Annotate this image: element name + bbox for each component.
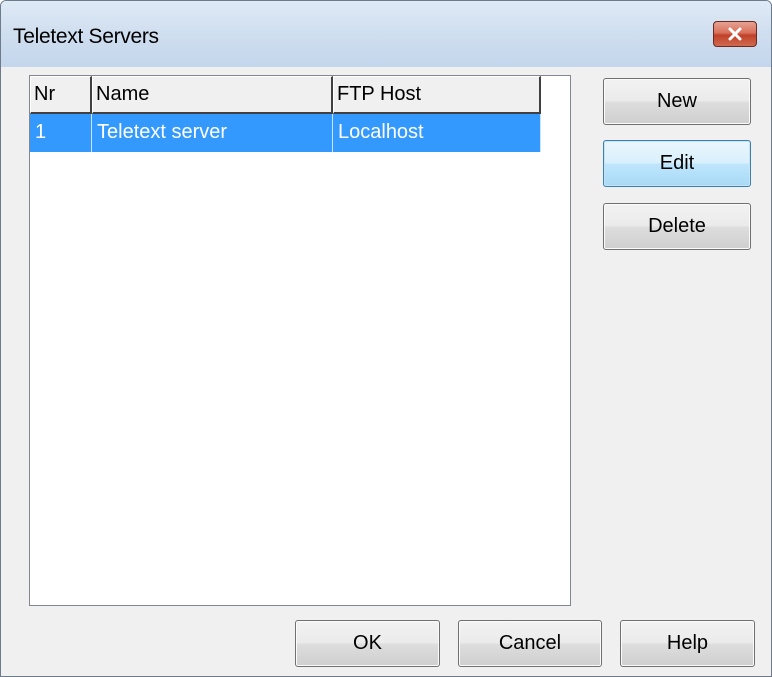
dialog-window: Teletext Servers Nr Name FTP Host 1 Tele…: [0, 0, 772, 677]
delete-button[interactable]: Delete: [603, 203, 751, 250]
close-icon: [727, 27, 743, 41]
servers-list[interactable]: Nr Name FTP Host 1 Teletext server Local…: [29, 75, 571, 606]
close-button[interactable]: [713, 21, 757, 47]
new-button[interactable]: New: [603, 78, 751, 125]
column-header-ftp-host[interactable]: FTP Host: [333, 76, 541, 114]
title-bar[interactable]: Teletext Servers: [1, 1, 771, 67]
cancel-button[interactable]: Cancel: [458, 620, 602, 667]
list-header: Nr Name FTP Host: [30, 76, 541, 114]
dialog-client-area: Nr Name FTP Host 1 Teletext server Local…: [9, 67, 765, 676]
column-header-name[interactable]: Name: [92, 76, 333, 114]
cell-ftp-host: Localhost: [333, 114, 541, 152]
help-button[interactable]: Help: [620, 620, 755, 667]
cell-nr: 1: [30, 114, 92, 152]
edit-button[interactable]: Edit: [603, 140, 751, 187]
window-title: Teletext Servers: [13, 25, 159, 48]
cell-name: Teletext server: [92, 114, 333, 152]
list-row[interactable]: 1 Teletext server Localhost: [30, 114, 541, 152]
column-header-nr[interactable]: Nr: [30, 76, 92, 114]
ok-button[interactable]: OK: [295, 620, 440, 667]
